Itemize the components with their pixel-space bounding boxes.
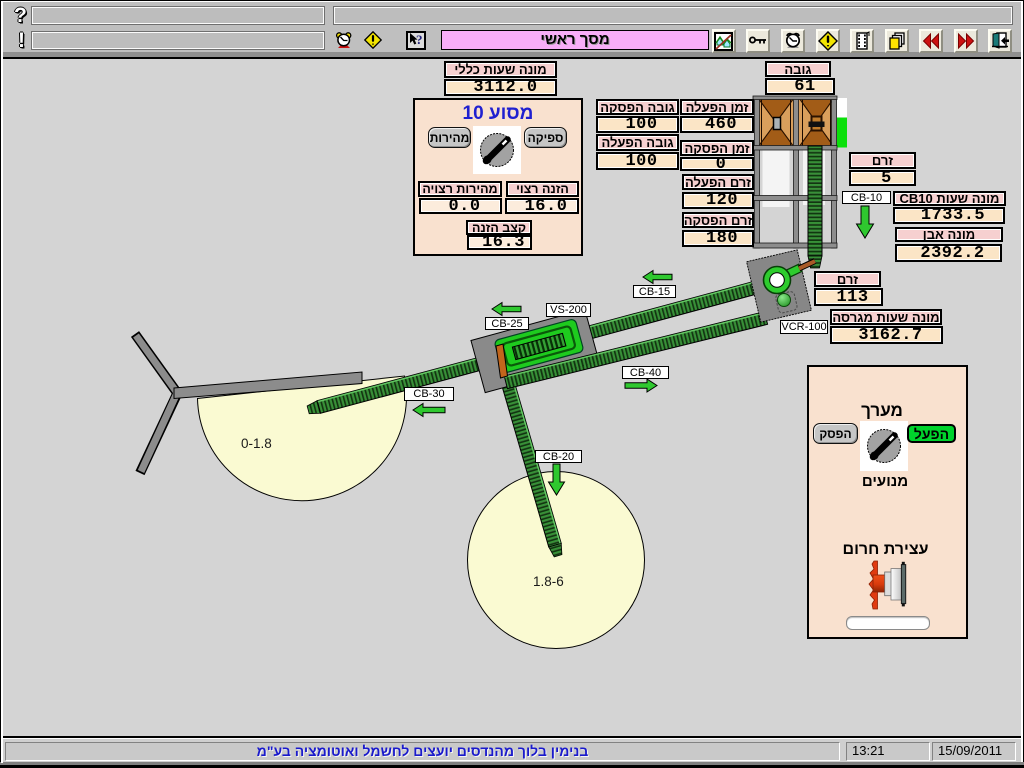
svg-text:?: ? [416,33,423,47]
